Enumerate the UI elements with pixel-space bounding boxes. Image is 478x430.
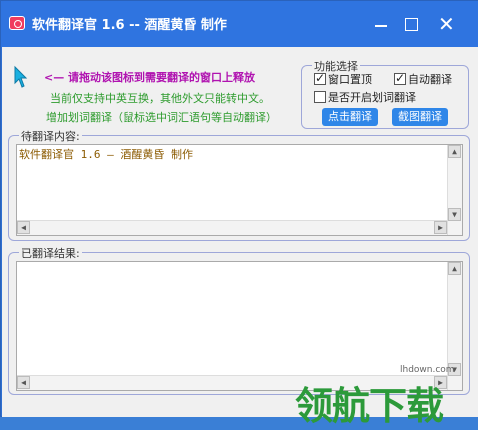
- topmost-label: 窗口置顶: [328, 73, 372, 86]
- source-legend: 待翻译内容:: [19, 128, 82, 144]
- maximize-button[interactable]: [399, 11, 425, 37]
- screenshot-translate-button[interactable]: 截图翻译: [392, 108, 448, 126]
- watermark: lhdown.com 领航下载: [295, 365, 475, 428]
- auto-translate-checkbox-row[interactable]: 自动翻译: [394, 71, 452, 87]
- source-group: 待翻译内容: 软件翻译官 1.6 — 酒醒黄昏 制作 ▲ ▼ ◀ ▶: [8, 128, 470, 241]
- word-select-label: 是否开启划词翻译: [328, 91, 416, 104]
- app-logo-icon: [9, 16, 25, 30]
- source-text: 软件翻译官 1.6 — 酒醒黄昏 制作: [19, 148, 193, 161]
- feature-hint: 增加划词翻译（鼠标选中词汇语句等自动翻译）: [46, 111, 277, 124]
- scroll-down-icon[interactable]: ▼: [448, 208, 461, 221]
- feature-group: 功能选择 窗口置顶 自动翻译 是否开启划词翻译 点击翻译 截图翻译: [301, 58, 469, 129]
- source-horizontal-scrollbar[interactable]: ◀ ▶: [17, 220, 447, 235]
- scroll-left-icon[interactable]: ◀: [17, 221, 30, 234]
- scroll-left-icon[interactable]: ◀: [17, 376, 30, 389]
- source-vertical-scrollbar[interactable]: ▲ ▼: [447, 145, 462, 235]
- app-window: 软件翻译官 1.6 -- 酒醒黄昏 制作 ✕ <— 请拖动该图标到需要翻译的窗口…: [0, 0, 478, 428]
- click-translate-button[interactable]: 点击翻译: [322, 108, 378, 126]
- title-bar[interactable]: 软件翻译官 1.6 -- 酒醒黄昏 制作 ✕: [1, 1, 478, 47]
- close-button[interactable]: ✕: [433, 11, 459, 37]
- word-select-checkbox-row[interactable]: 是否开启划词翻译: [314, 89, 416, 105]
- scroll-up-icon[interactable]: ▲: [448, 145, 461, 158]
- word-select-checkbox[interactable]: [314, 91, 326, 103]
- minimize-button[interactable]: [368, 11, 394, 37]
- watermark-url: lhdown.com: [400, 365, 455, 375]
- minimize-icon: [375, 25, 387, 27]
- window-title: 软件翻译官 1.6 -- 酒醒黄昏 制作: [32, 18, 227, 33]
- watermark-logo: 领航下载: [295, 384, 444, 428]
- auto-translate-checkbox[interactable]: [394, 71, 406, 85]
- scroll-right-icon[interactable]: ▶: [434, 221, 447, 234]
- source-textarea[interactable]: 软件翻译官 1.6 — 酒醒黄昏 制作 ▲ ▼ ◀ ▶: [16, 144, 463, 236]
- scroll-up-icon[interactable]: ▲: [448, 262, 461, 275]
- drag-hint: <— 请拖动该图标到需要翻译的窗口上释放: [44, 71, 256, 84]
- topmost-checkbox-row[interactable]: 窗口置顶: [314, 71, 372, 87]
- drag-target-icon[interactable]: [12, 65, 28, 89]
- client-area: <— 请拖动该图标到需要翻译的窗口上释放 当前仅支持中英互换，其他外文只能转中文…: [2, 47, 478, 428]
- result-legend: 已翻译结果:: [19, 245, 82, 261]
- language-hint: 当前仅支持中英互换，其他外文只能转中文。: [50, 92, 270, 105]
- close-icon: ✕: [438, 12, 455, 36]
- auto-translate-label: 自动翻译: [408, 73, 452, 86]
- maximize-icon: [405, 18, 418, 31]
- topmost-checkbox[interactable]: [314, 71, 326, 85]
